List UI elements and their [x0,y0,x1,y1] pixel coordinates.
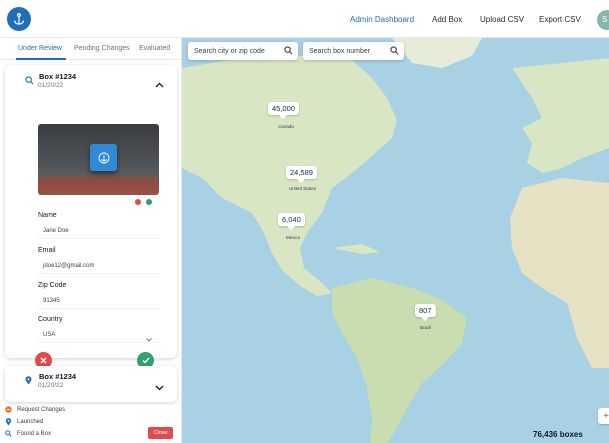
email-field[interactable]: jdoe12@gmail.com [38,258,159,274]
sidebar: Under Review Pending Changes Evaluated B… [0,38,182,443]
legend-launched: Launched [5,418,43,426]
close-button[interactable]: Close [148,427,173,439]
tab-pending-changes[interactable]: Pending Changes [74,45,130,52]
name-field[interactable]: Jane Doe [38,223,159,239]
top-bar: Admin Dashboard Add Box Upload CSV Expor… [0,0,609,38]
map-land [182,38,609,443]
country-value: USA [43,332,56,338]
country-select[interactable]: USA [38,327,159,343]
search-icon[interactable] [284,46,293,55]
search-icon[interactable] [390,46,399,55]
cluster-mexico[interactable]: 6,040 [278,213,305,230]
box-title: Box #1234 [39,72,77,81]
box-card-expanded[interactable]: Box #1234 01/20/22 Name Jane Doe Email j… [5,65,177,369]
email-label: Email [38,247,56,254]
found-box-search-icon [5,430,12,437]
cluster-united-states[interactable]: 24,589 [286,166,317,183]
search-pin-icon [25,72,34,90]
box-title: Box #1234 [39,372,77,381]
review-tabs: Under Review Pending Changes Evaluated [0,38,181,60]
cluster-canada[interactable]: 45,000 [268,102,299,119]
box-image [90,144,117,171]
request-changes-icon [5,406,12,413]
reject-indicator-dot[interactable] [135,199,141,205]
nav-upload-csv[interactable]: Upload CSV [480,15,524,24]
nav-add-box[interactable]: Add Box [432,15,462,24]
box-date: 01/20/22 [38,382,64,389]
region-label-canada: Canada [278,124,294,129]
region-label-brazil: Brazil [420,325,432,330]
box-card-collapsed[interactable]: Box #1234 01/20/22 [5,366,177,402]
nav-export-csv[interactable]: Export CSV [539,15,581,24]
tab-under-review[interactable]: Under Review [18,45,62,52]
box-date: 01/20/22 [38,82,64,89]
launched-pin-icon [5,418,12,426]
region-label-mexico: Mexico [286,235,301,240]
x-icon [40,357,47,364]
active-tab-indicator [16,58,66,60]
search-city-input[interactable]: Search city or zip code [188,42,298,60]
legend-found-a-box: Found a Box [5,430,51,437]
country-label: Country [38,316,63,323]
nav-admin-dashboard[interactable]: Admin Dashboard [350,15,414,24]
zip-field[interactable]: 91345 [38,293,159,309]
box-photo[interactable] [38,124,159,195]
zip-label: Zip Code [38,282,67,289]
chevron-down-icon[interactable] [155,378,164,396]
search-box-input[interactable]: Search box number [303,42,404,60]
box-count: 76,436 boxes [533,430,583,439]
legend-request-changes: Request Changes [5,406,65,413]
avatar-initial: S [602,15,608,24]
tab-evaluated[interactable]: Evaluated [139,45,170,52]
region-label-united-states: United States [289,186,317,191]
approve-indicator-dot[interactable] [146,199,152,205]
zoom-in-button[interactable]: + [598,408,609,424]
checkmark-icon [142,357,150,364]
pin-icon [25,372,32,390]
chevron-down-icon [146,333,152,349]
status-legend: Request Changes Launched Found a Box Clo… [0,401,181,443]
chevron-up-icon[interactable] [155,75,164,93]
world-map[interactable]: Search city or zip code Search box numbe… [182,38,609,443]
cluster-brazil[interactable]: 807 [415,304,436,321]
name-label: Name [38,212,57,219]
